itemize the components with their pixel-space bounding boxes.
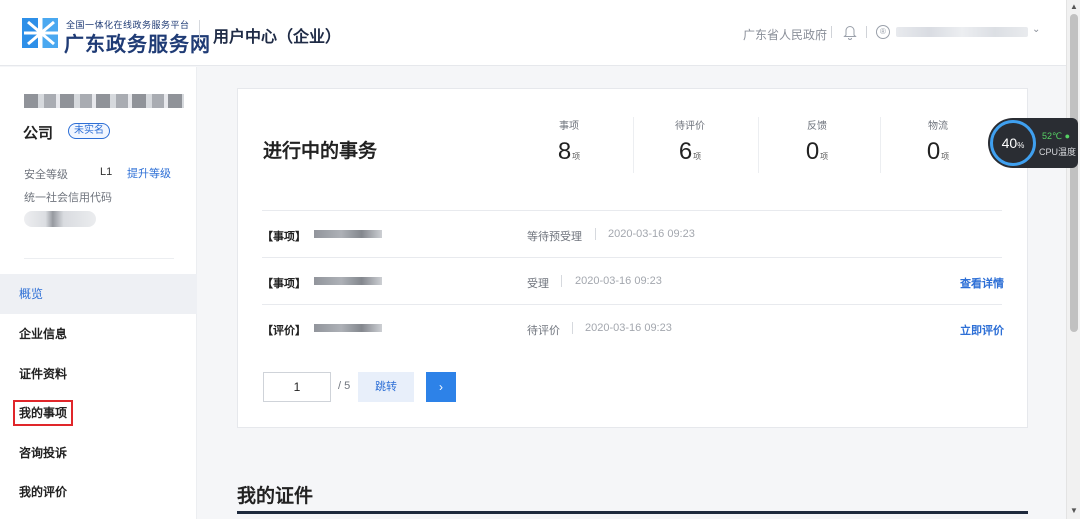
stat-value: 6项 xyxy=(678,138,702,165)
affair-time: 2020-03-16 09:23 xyxy=(608,228,695,240)
section-divider xyxy=(237,511,1028,514)
affair-status: 受理 xyxy=(527,278,549,290)
cpu-temperature: 52℃ ● xyxy=(1042,131,1071,141)
sidebar-item-overview[interactable]: 概览 xyxy=(0,274,197,314)
affair-type: 【事项】 xyxy=(262,278,306,290)
review-now-link[interactable]: 立即评价 xyxy=(960,322,1004,338)
sidebar-item-label: 概览 xyxy=(19,287,44,301)
sidebar-item-label: 我的评价 xyxy=(19,485,68,499)
stat-value: 8项 xyxy=(557,138,581,165)
affair-type: 【评价】 xyxy=(262,325,306,337)
sidebar-item-label: 企业信息 xyxy=(19,327,68,341)
credit-code-redacted xyxy=(24,211,96,227)
row-separator xyxy=(561,275,562,287)
verify-status-badge[interactable]: 未实名 xyxy=(68,123,110,139)
sidebar-item-label: 咨询投诉 xyxy=(19,446,68,460)
scroll-thumb[interactable] xyxy=(1070,14,1078,332)
stat-feedback[interactable]: 反馈 0项 xyxy=(757,117,877,170)
stat-affairs[interactable]: 事项 8项 xyxy=(509,117,629,170)
page-number-input[interactable] xyxy=(263,372,331,402)
stat-label: 反馈 xyxy=(807,121,827,132)
stat-label: 事项 xyxy=(559,121,579,132)
page-scrollbar[interactable]: ▲ ▼ xyxy=(1066,0,1080,519)
logo-title[interactable]: 广东政务服务网 xyxy=(64,28,211,57)
sidebar-item-label: 我的事项 xyxy=(12,400,74,426)
chevron-down-icon[interactable]: ⌄ xyxy=(1032,24,1040,35)
bell-icon[interactable] xyxy=(843,24,857,40)
top-header: 全国一体化在线政务服务平台 广东政务服务网 用户中心（企业） 广东省人民政府 ®… xyxy=(0,0,1066,66)
scroll-down-arrow-icon[interactable]: ▼ xyxy=(1070,506,1078,515)
flame-icon: ● xyxy=(1064,131,1071,141)
sidebar-divider xyxy=(24,258,174,259)
stat-value: 0项 xyxy=(805,138,829,165)
stat-logistics[interactable]: 物流 0项 xyxy=(878,117,998,170)
sidebar-item-my-affairs[interactable]: 我的事项 xyxy=(0,393,197,433)
affair-name-redacted xyxy=(314,324,382,332)
affair-name-redacted xyxy=(314,230,382,238)
scroll-up-arrow-icon[interactable]: ▲ xyxy=(1070,2,1078,11)
affairs-title: 进行中的事务 xyxy=(263,141,378,162)
affair-row[interactable]: 【事项】 受理 2020-03-16 09:23 查看详情 xyxy=(262,257,1004,304)
sidebar-item-label: 证件资料 xyxy=(19,367,68,381)
row-separator xyxy=(572,322,573,334)
security-level-label: 安全等级 xyxy=(24,169,68,181)
stat-value: 0项 xyxy=(926,138,950,165)
sidebar-item-documents[interactable]: 证件资料 xyxy=(0,354,197,394)
brand-logo-icon[interactable] xyxy=(22,14,60,52)
header-separator xyxy=(866,26,867,38)
sidebar-item-consult-complaint[interactable]: 咨询投诉 xyxy=(0,433,197,473)
affair-status: 等待预受理 xyxy=(527,231,582,243)
affair-time: 2020-03-16 09:23 xyxy=(585,322,672,334)
header-divider xyxy=(199,20,200,46)
view-details-link[interactable]: 查看详情 xyxy=(960,275,1004,291)
affairs-card: 进行中的事务 事项 8项 待评价 6项 反馈 0项 物流 0项 【事项】 等待预… xyxy=(237,88,1028,428)
page-title: 用户中心（企业） xyxy=(213,29,342,46)
company-name-redacted xyxy=(24,94,184,108)
cpu-usage-value: 40% xyxy=(1001,135,1025,151)
upgrade-level-link[interactable]: 提升等级 xyxy=(127,165,171,181)
affair-status: 待评价 xyxy=(527,325,560,337)
cpu-temperature-label: CPU温度 xyxy=(1039,147,1077,157)
user-icon[interactable]: ® xyxy=(876,25,890,39)
sidebar: 公司 未实名 安全等级 L1 提升等级 统一社会信用代码 概览 企业信息 证件资… xyxy=(0,67,197,519)
affair-time: 2020-03-16 09:23 xyxy=(575,275,662,287)
company-name: 公司 xyxy=(23,125,54,142)
sidebar-item-company-info[interactable]: 企业信息 xyxy=(0,314,197,354)
jump-button[interactable]: 跳转 xyxy=(358,372,414,402)
gov-link[interactable]: 广东省人民政府 xyxy=(743,26,827,43)
cpu-monitor-widget[interactable]: 40% 52℃ ● CPU温度 xyxy=(988,118,1078,168)
security-level-value: L1 xyxy=(100,166,113,178)
affair-row[interactable]: 【事项】 等待预受理 2020-03-16 09:23 xyxy=(262,210,1002,257)
affair-name-redacted xyxy=(314,277,382,285)
credit-code-label: 统一社会信用代码 xyxy=(24,192,112,204)
header-separator xyxy=(831,26,832,38)
stat-label: 物流 xyxy=(928,121,948,132)
username-redacted[interactable] xyxy=(896,27,1028,37)
next-page-button[interactable]: › xyxy=(426,372,456,402)
affair-type: 【事项】 xyxy=(262,231,306,243)
page-total: / 5 xyxy=(338,380,351,392)
stat-label: 待评价 xyxy=(675,121,705,132)
certificates-title: 我的证件 xyxy=(237,486,314,507)
affair-row[interactable]: 【评价】 待评价 2020-03-16 09:23 立即评价 xyxy=(262,304,1004,351)
sidebar-item-my-reviews[interactable]: 我的评价 xyxy=(0,472,197,512)
cpu-usage-ring: 40% xyxy=(990,120,1036,166)
stat-pending-review[interactable]: 待评价 6项 xyxy=(630,117,750,170)
row-separator xyxy=(595,228,596,240)
